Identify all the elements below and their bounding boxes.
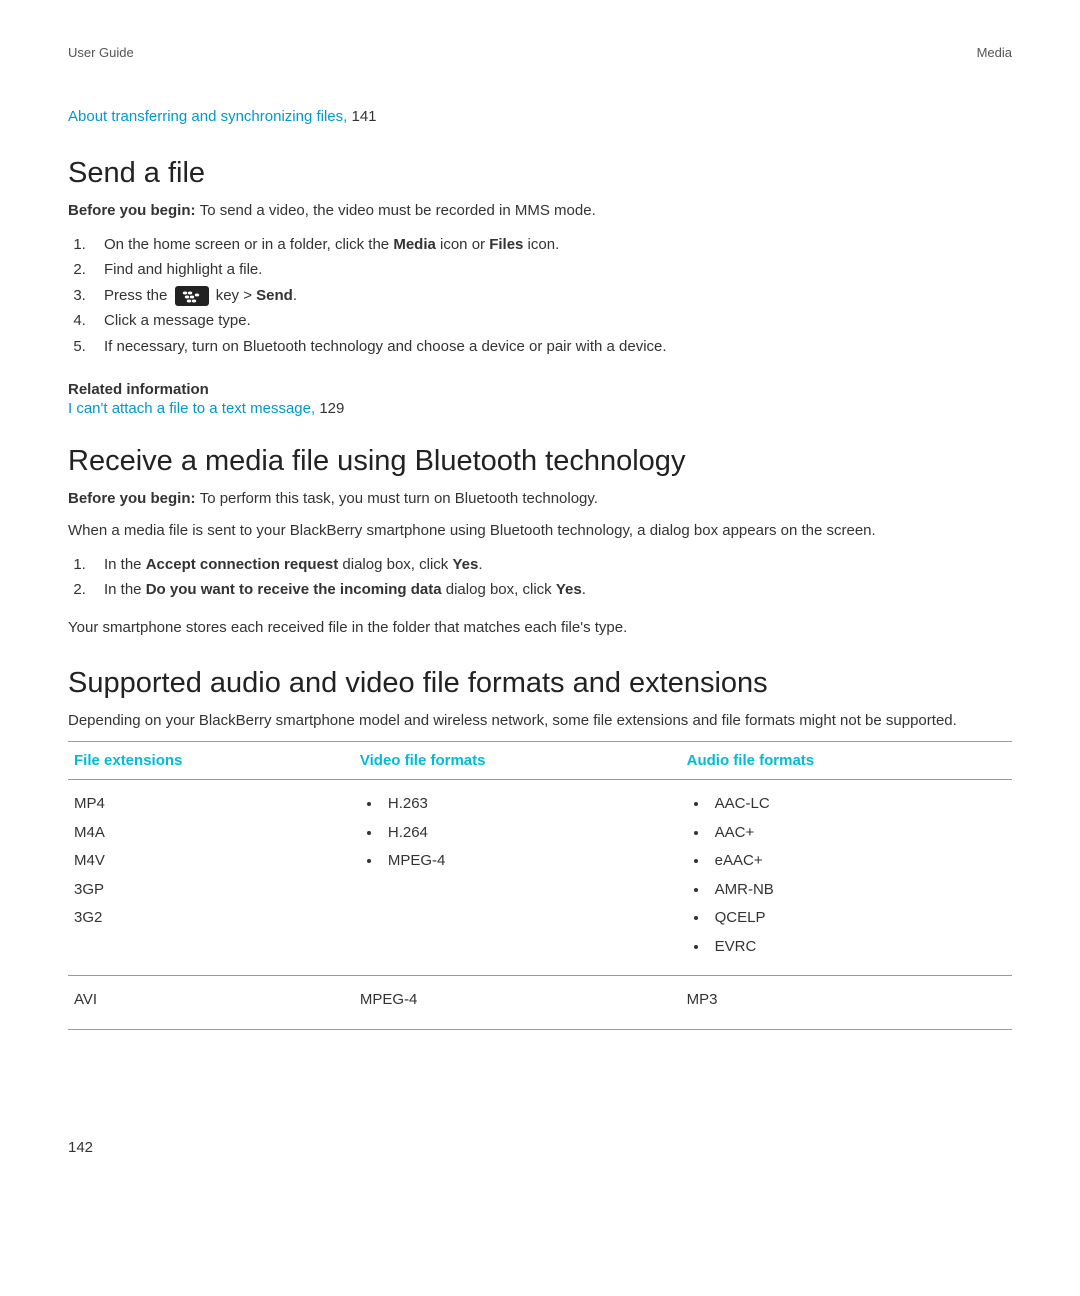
col-video-formats: Video file formats	[354, 742, 681, 780]
send-file-steps: On the home screen or in a folder, click…	[68, 232, 1012, 360]
cell-audio-1: AAC-LC AAC+ eAAC+ AMR-NB QCELP EVRC	[681, 780, 1012, 976]
table-row: MP4 M4A M4V 3GP 3G2 H.263 H.264 MPEG-4 A…	[68, 780, 1012, 976]
col-audio-formats: Audio file formats	[681, 742, 1012, 780]
receive-step-2: In the Do you want to receive the incomi…	[90, 577, 1012, 603]
header-left: User Guide	[68, 45, 134, 60]
cell-audio-2: MP3	[681, 976, 1012, 1030]
related-link[interactable]: I can't attach a file to a text message,	[68, 400, 319, 417]
receive-para-2: Your smartphone stores each received fil…	[68, 617, 1012, 639]
formats-intro: Depending on your BlackBerry smartphone …	[68, 710, 1012, 732]
table-row: AVI MPEG-4 MP3	[68, 976, 1012, 1030]
step-1: On the home screen or in a folder, click…	[90, 232, 1012, 258]
related-link-line: I can't attach a file to a text message,…	[68, 400, 1012, 417]
heading-supported-formats: Supported audio and video file formats a…	[68, 667, 1012, 700]
top-related-link-pagenum: 141	[351, 108, 376, 125]
step-4: Click a message type.	[90, 308, 1012, 334]
heading-send-a-file: Send a file	[68, 157, 1012, 190]
cell-video-1: H.263 H.264 MPEG-4	[354, 780, 681, 976]
header-right: Media	[977, 45, 1012, 60]
step-5: If necessary, turn on Bluetooth technolo…	[90, 334, 1012, 360]
page-container: User Guide Media About transferring and …	[0, 0, 1080, 1296]
formats-table: File extensions Video file formats Audio…	[68, 741, 1012, 1030]
col-file-extensions: File extensions	[68, 742, 354, 780]
cell-video-2: MPEG-4	[354, 976, 681, 1030]
step-2: Find and highlight a file.	[90, 257, 1012, 283]
top-related-link-line: About transferring and synchronizing fil…	[68, 108, 1012, 125]
receive-step-1: In the Accept connection request dialog …	[90, 552, 1012, 578]
table-header-row: File extensions Video file formats Audio…	[68, 742, 1012, 780]
running-header: User Guide Media	[68, 45, 1012, 60]
cell-extensions-2: AVI	[68, 976, 354, 1030]
before-label: Before you begin:	[68, 202, 200, 219]
receive-steps: In the Accept connection request dialog …	[68, 552, 1012, 603]
step-3: Press the key > Send.	[90, 283, 1012, 309]
page-number: 142	[68, 1139, 93, 1156]
before-text: To send a video, the video must be recor…	[200, 202, 596, 219]
top-related-link[interactable]: About transferring and synchronizing fil…	[68, 108, 351, 125]
receive-para-1: When a media file is sent to your BlackB…	[68, 520, 1012, 542]
heading-receive-bluetooth: Receive a media file using Bluetooth tec…	[68, 445, 1012, 478]
before-you-begin-send: Before you begin: To send a video, the v…	[68, 200, 1012, 222]
blackberry-key-icon	[175, 286, 209, 306]
before-label-2: Before you begin:	[68, 490, 200, 507]
related-information-heading: Related information	[68, 381, 1012, 398]
cell-extensions-1: MP4 M4A M4V 3GP 3G2	[68, 780, 354, 976]
related-link-pagenum: 129	[319, 400, 344, 417]
before-text-2: To perform this task, you must turn on B…	[200, 490, 598, 507]
before-you-begin-receive: Before you begin: To perform this task, …	[68, 488, 1012, 510]
